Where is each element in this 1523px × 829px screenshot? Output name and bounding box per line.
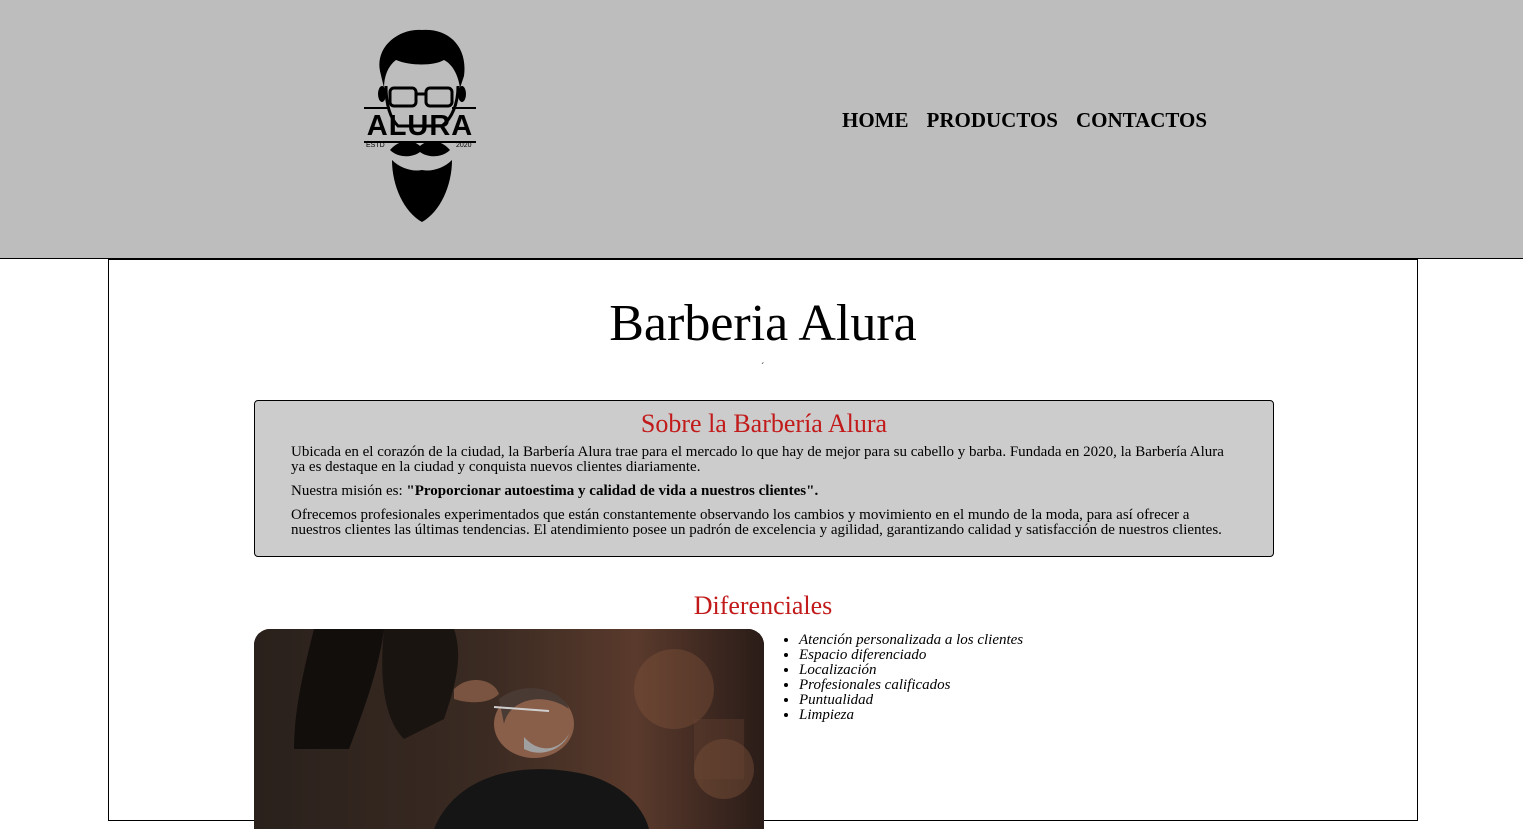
diferenciales-heading: Diferenciales [693,591,833,620]
page-title: Barberia Alura [609,295,917,352]
list-item: Atención personalizada a los clientes [799,633,1023,648]
nav-contactos[interactable]: CONTACTOS [1076,108,1207,133]
main-content: Barberia Alura ´ Sobre la Barbería Alura… [108,259,1418,829]
nav-productos[interactable]: PRODUCTOS [927,108,1058,133]
list-item: Profesionales calificados [799,678,1023,693]
about-paragraph-3: Ofrecemos profesionales experimentados q… [291,507,1222,538]
mission-statement: "Proporcionar autoestima y calidad de vi… [406,483,819,499]
barber-shaving-client-image [254,629,764,829]
barber-photo [254,629,764,829]
mission-prefix: Nuestra misión es: [291,483,407,499]
about-heading: Sobre la Barbería Alura [640,409,888,438]
nav-home[interactable]: HOME [842,108,909,133]
logo-year: 2020 [456,142,472,149]
logo-estd: ESTD [366,142,385,149]
list-item: Espacio diferenciado [799,648,1023,663]
about-section: Sobre la Barbería Alura Ubicada en el co… [254,400,1274,557]
alura-logo[interactable]: ALURA ESTD 2020 [360,26,480,226]
site-header: ALURA ESTD 2020 HOME PRODUCTOS CONTACTOS [0,0,1523,259]
separator-mark: ´ [761,362,765,373]
logo-wordmark: ALURA [366,110,474,142]
list-item: Limpieza [799,708,1023,723]
list-item: Localización [799,663,1023,678]
about-paragraph-1: Ubicada en el corazón de la ciudad, la B… [291,444,1224,475]
diferenciales-list: Atención personalizada a los clientes Es… [779,633,1023,723]
about-paragraph-2: Nuestra misión es: "Proporcionar autoest… [291,484,1237,499]
main-nav: HOME PRODUCTOS CONTACTOS [842,108,1207,133]
list-item: Puntualidad [799,693,1023,708]
